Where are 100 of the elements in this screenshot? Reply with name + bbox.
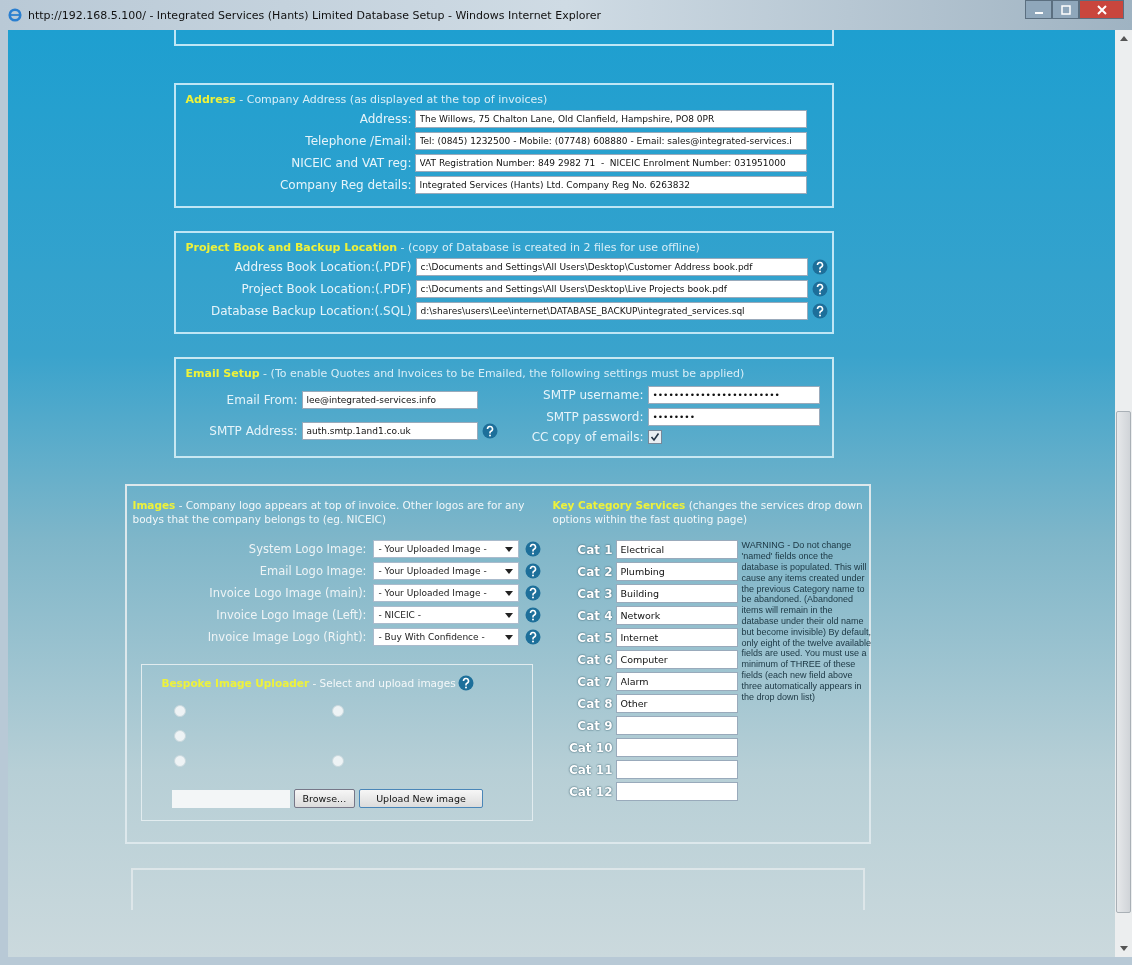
minimize-button[interactable] [1025,0,1052,19]
checkbox[interactable] [647,430,662,444]
file-field[interactable] [171,789,290,808]
field-label: NICEIC and VAT reg: [290,156,412,170]
field-label: Address Book Location:(.PDF) [233,260,412,274]
section-subtitle: - Company Address (as displayed at the top of invoices) [238,93,548,106]
input-field[interactable]: Other [615,694,738,714]
dropdown[interactable]: - Buy With Confidence - [372,628,519,647]
input-field[interactable]: c:\Documents and Settings\All Users\Desktop\Live Projects book.pdf [415,280,808,298]
input-field[interactable]: •••••••••••••••••••••••• [647,386,820,404]
caret-icon [504,590,513,596]
section-description: Images - Company logo appears at top of invoice. Other logos are for any bodys that the company belongs to (eg. NICEIC) [132,499,525,526]
input-field[interactable]: Computer [615,650,738,670]
section-subtitle: - (To enable Quotes and Invoices to be Emailed, the following settings must be applied) [262,367,745,380]
help-icon[interactable] [524,563,541,580]
field-label: Company Reg details: [278,178,412,192]
input-field[interactable]: d:\shares\users\Lee\internet\DATABASE_BACKUP\integrated_services.sql [415,302,808,320]
warning-text: WARNING - Do not change 'named' fields once the database is populated. This will cause any items created under the previous Category name to be abandoned. (Abandoned items will remain in the database under their old name but become invisible) By default, only eight of the twelve available fields are used. You must use a minimum of THREE of these fields (each new field above three automatically appears in the drop down list) [741,540,872,704]
radio-button[interactable] [331,755,344,768]
dropdown[interactable]: - Your Uploaded Image - [372,584,519,603]
field-label: Cat 9 [576,718,613,733]
caret-icon [504,568,513,574]
browse-button[interactable]: Browse... [293,789,356,809]
browser-icon [8,8,22,22]
section-subtitle: - (copy of Database is created in 2 files for use offline) [399,241,700,254]
field-label: Cat 2 [576,564,613,579]
input-field[interactable]: The Willows, 75 Chalton Lane, Old Clanfield, Hampshire, PO8 0PR [414,110,807,128]
input-field[interactable]: Network [615,606,738,626]
input-field[interactable] [615,782,738,802]
scroll-thumb[interactable] [1116,411,1131,913]
input-field[interactable]: c:\Documents and Settings\All Users\Desktop\Customer Address book.pdf [415,258,808,276]
field-label: Cat 5 [576,630,613,645]
radio-button[interactable] [331,705,344,718]
input-field[interactable]: Alarm [615,672,738,692]
help-icon[interactable] [481,422,498,439]
dropdown[interactable]: - Your Uploaded Image - [372,540,519,559]
section-heading: Project Book and Backup Location [185,241,398,254]
input-field[interactable]: •••••••• [647,408,820,426]
scroll-up-icon[interactable] [1119,36,1128,41]
help-icon[interactable] [811,303,828,319]
field-label: Address: [358,112,412,126]
field-label: System Logo Image: [247,542,367,557]
minimize-icon [1034,11,1043,14]
field-label: Project Book Location:(.PDF) [240,282,412,296]
input-field[interactable] [615,760,738,780]
maximize-button[interactable] [1052,0,1079,19]
scrollbar[interactable] [1115,30,1132,957]
help-icon[interactable] [457,675,474,692]
dropdown[interactable]: - NICEIC - [372,606,519,625]
field-label: Cat 10 [567,740,613,755]
section-description: Bespoke Image Uploader - Select and upload images [161,677,456,690]
caret-icon [504,634,513,640]
radio-button[interactable] [173,755,186,768]
close-button[interactable] [1079,0,1124,19]
input-field[interactable]: Building [615,584,738,604]
help-icon[interactable] [811,281,828,297]
field-label: SMTP password: [545,410,644,424]
input-field[interactable]: Tel: (0845) 1232500 - Mobile: (07748) 608880 - Email: sales@integrated-services.i [414,132,807,150]
field-label: Cat 3 [576,586,613,601]
caret-icon [504,612,513,618]
maximize-icon [1060,4,1071,15]
input-field[interactable]: Electrical [615,540,738,560]
help-icon[interactable] [811,259,828,275]
upload-button[interactable]: Upload New image [359,789,483,809]
field-label: Cat 12 [567,784,613,799]
input-field[interactable] [615,716,738,736]
help-icon[interactable] [524,607,541,624]
input-field[interactable]: VAT Registration Number: 849 2982 71 - NICEIC Enrolment Number: 031951000 [414,154,807,172]
field-label: Invoice Image Logo (Right): [206,630,367,645]
input-field[interactable]: Plumbing [615,562,738,582]
input-field[interactable]: Integrated Services (Hants) Ltd. Company Reg No. 6263832 [414,176,807,194]
field-label: CC copy of emails: [530,430,644,444]
section-heading: Address [185,93,236,106]
input-field[interactable]: Internet [615,628,738,648]
field-label: Cat 8 [576,696,613,711]
help-icon[interactable] [524,585,541,602]
scroll-down-icon[interactable] [1119,946,1128,951]
field-label: Cat 4 [576,608,613,623]
help-icon[interactable] [524,541,541,558]
window-title: http://192.168.5.100/ - Integrated Services (Hants) Limited Database Setup - Windows Internet Explorer [28,8,601,22]
radio-button[interactable] [173,730,186,743]
field-label: Cat 6 [576,652,613,667]
field-label: Cat 11 [567,762,613,777]
radio-button[interactable] [173,705,186,718]
input-field[interactable]: lee@integrated-services.info [301,390,478,409]
field-label: Cat 7 [576,674,613,689]
field-label: SMTP username: [542,388,644,402]
help-icon[interactable] [524,629,541,646]
dropdown[interactable]: - Your Uploaded Image - [372,562,519,581]
input-field[interactable]: auth.smtp.1and1.co.uk [301,421,478,440]
field-label: Database Backup Location:(.SQL) [209,304,412,318]
input-field[interactable] [615,738,738,758]
field-label: Telephone /Email: [304,134,412,148]
field-label: Cat 1 [576,542,613,557]
field-label: Email From: [225,392,298,407]
close-icon [1096,4,1107,15]
caret-icon [504,546,513,552]
section-heading: Email Setup [185,367,260,380]
field-label: Invoice Logo Image (Left): [215,608,367,623]
field-label: SMTP Address: [208,423,298,438]
